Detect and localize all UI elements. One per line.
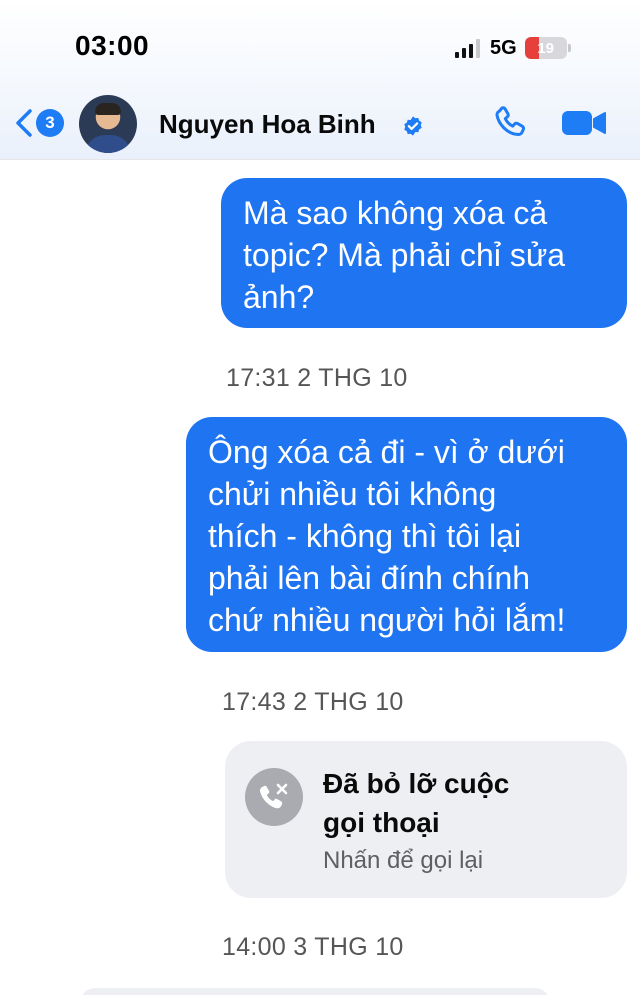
outgoing-message[interactable]: Mà sao không xóa cả topic? Mà phải chỉ s…: [221, 178, 627, 328]
unread-badge: 3: [36, 109, 64, 137]
message-line: chứ nhiều người hỏi lắm!: [208, 602, 566, 638]
missed-call-title: Đã bỏ lỡ cuộc gọi thoại: [323, 768, 510, 838]
message-line: thích - không thì tôi lại: [208, 518, 522, 554]
message-line: topic? Mà phải chỉ sửa: [243, 237, 566, 273]
status-time: 03:00: [75, 30, 150, 61]
chevron-left-icon: [16, 109, 32, 137]
verified-check-icon: [404, 116, 422, 136]
top-bar: 03:00 5G 19 3 Nguyen Hoa Binh: [0, 0, 640, 160]
message-timestamp: 17:31 2 THG 10: [226, 364, 408, 392]
phone-icon[interactable]: [493, 104, 529, 140]
video-camera-icon[interactable]: [561, 108, 607, 138]
missed-call-icon: [245, 768, 303, 826]
battery-icon: 19: [524, 37, 567, 59]
message-line: Mà sao không xóa cả: [243, 195, 548, 231]
call-back-hint: Nhấn để gọi lại: [323, 847, 484, 874]
avatar[interactable]: [79, 95, 137, 153]
contact-name[interactable]: Nguyen Hoa Binh: [159, 109, 376, 140]
message-line: phải lên bài đính chính: [208, 560, 531, 596]
outgoing-message[interactable]: Ông xóa cả đi - vì ở dưới chửi nhiều tôi…: [186, 417, 627, 652]
missed-call-card[interactable]: Đã bỏ lỡ cuộc gọi thoại Nhấn để gọi lại: [225, 741, 627, 898]
cellular-signal-icon: [455, 38, 480, 58]
status-indicators: 5G 19: [455, 34, 571, 62]
incoming-message[interactable]: [80, 988, 550, 995]
battery-level: 19: [537, 39, 555, 57]
network-type: 5G: [490, 36, 517, 59]
message-line: ảnh?: [243, 279, 315, 315]
back-button[interactable]: 3: [14, 104, 70, 142]
message-timestamp: 14:00 3 THG 10: [222, 933, 404, 961]
message-timestamp: 17:43 2 THG 10: [222, 688, 404, 716]
message-line: Ông xóa cả đi - vì ở dưới: [208, 434, 565, 470]
message-line: chửi nhiều tôi không: [208, 476, 497, 512]
battery-tip: [567, 44, 571, 52]
